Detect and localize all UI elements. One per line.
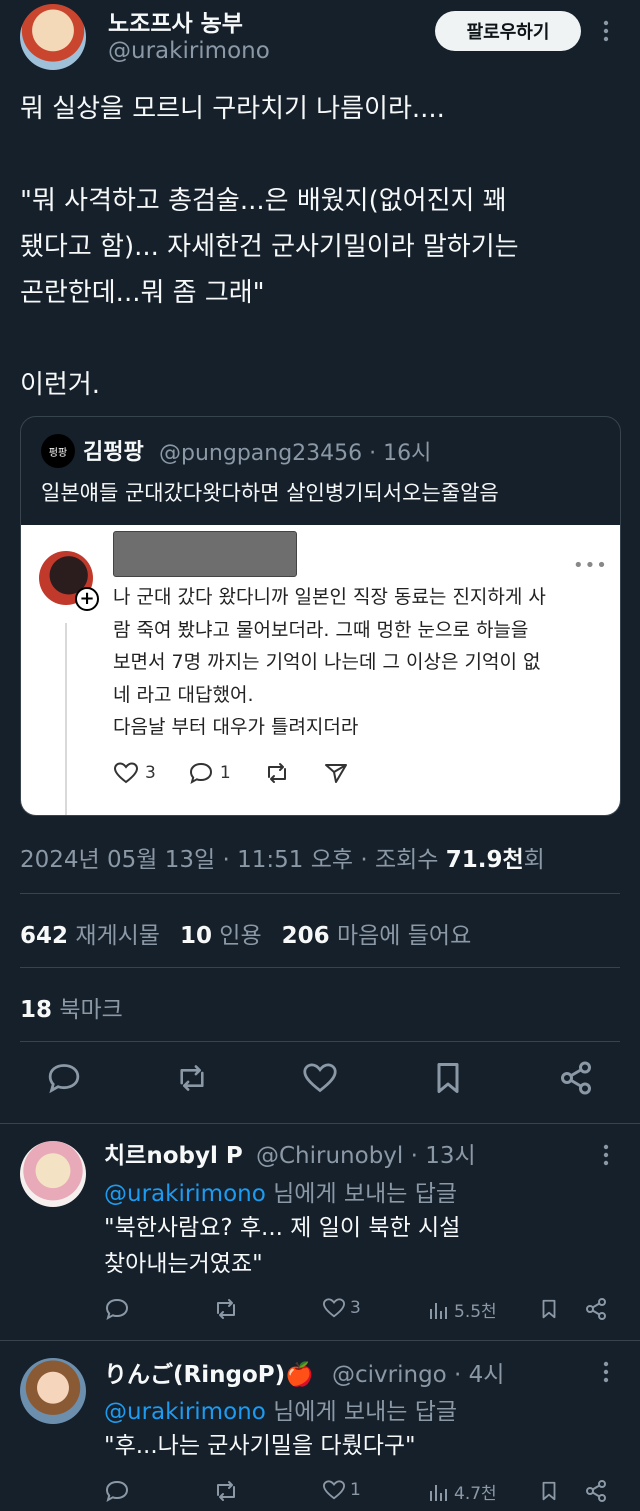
reply-views[interactable]: 5.5천: [428, 1297, 497, 1322]
image-post-line: 보면서 7명 까지는 기억이 나는데 그 이상은 기억이 없: [113, 651, 541, 673]
reply-like[interactable]: 3: [322, 1297, 361, 1319]
reply-icon[interactable]: [46, 1060, 82, 1096]
quotes-stat[interactable]: 10 인용: [180, 916, 262, 950]
heart-icon: [322, 1479, 346, 1501]
repost-icon[interactable]: [174, 1060, 210, 1096]
tweet-timestamp: 2024년 05월 13일 · 11:51 오후 · 조회수 71.9천회: [20, 840, 545, 874]
views-count: 4.7천: [454, 1484, 497, 1504]
bookmark-icon[interactable]: [538, 1479, 560, 1503]
repost-icon: [263, 761, 291, 785]
reply-avatar[interactable]: [20, 1358, 86, 1424]
reply-actions: 1 4.7천: [104, 1479, 624, 1509]
image-post-body: 나 군대 갔다 왔다니까 일본인 직장 동료는 진지하게 사 람 죽여 봤냐고 …: [113, 581, 613, 744]
follow-button[interactable]: 팔로우하기: [435, 11, 581, 51]
reply-to-handle[interactable]: @urakirimono: [104, 1399, 266, 1425]
reply-meta: @civringo · 4시: [332, 1362, 505, 1388]
quoted-text: 일본얘들 군대갔다왓다하면 살인병기되서오는줄알음: [41, 481, 499, 505]
image-like-count: 3: [145, 763, 156, 783]
heart-icon: [322, 1297, 346, 1319]
reply-views[interactable]: 4.7천: [428, 1479, 497, 1504]
share-icon[interactable]: [584, 1297, 608, 1321]
image-reply: 1: [188, 761, 231, 785]
repost-icon[interactable]: [212, 1297, 240, 1321]
retweets-stat[interactable]: 642 재게시물: [20, 916, 160, 950]
more-options-icon[interactable]: [596, 1142, 616, 1168]
image-plus-icon: +: [75, 587, 99, 611]
image-post-actions: 3 1: [113, 761, 381, 785]
view-suffix: 회: [523, 847, 545, 873]
redacted-username: [113, 531, 297, 577]
reply-icon: [188, 761, 214, 785]
reply-icon[interactable]: [104, 1479, 130, 1503]
image-more-icon: •••: [573, 555, 608, 576]
quoted-avatar: 펑팡: [41, 434, 75, 468]
share-icon[interactable]: [558, 1060, 594, 1096]
reply-to-handle[interactable]: @urakirimono: [104, 1181, 266, 1207]
reply-author-name[interactable]: 치르nobyl P: [104, 1136, 243, 1170]
like-icon[interactable]: [302, 1060, 338, 1096]
image-post-line: 다음날 부터 대우가 틀려지더라: [113, 716, 359, 738]
more-options-icon[interactable]: [596, 1359, 616, 1385]
reply-item[interactable]: りんご(RingoP)🍎 @civringo · 4시 @urakirimono…: [0, 1341, 640, 1511]
reply-actions: 3 5.5천: [104, 1297, 624, 1327]
heart-icon: [113, 761, 139, 785]
views-icon: [428, 1481, 450, 1503]
image-like: 3: [113, 761, 156, 785]
views-count: 5.5천: [454, 1302, 497, 1322]
thread-line: [65, 623, 67, 815]
author-avatar[interactable]: [20, 4, 86, 70]
reply-author-name[interactable]: りんご(RingoP)🍎: [104, 1355, 314, 1389]
image-post-line: 네 라고 대답했어.: [113, 683, 254, 706]
quoted-author-name: 김펑팡: [83, 440, 144, 465]
quoted-image: + ••• 나 군대 갔다 왔다니까 일본인 직장 동료는 진지하게 사 람 죽…: [21, 525, 620, 815]
tweet-text: 뭐 실상을 모르니 구라치기 나름이라.... "뭐 사격하고 총검술...은 …: [20, 94, 519, 400]
bookmark-icon[interactable]: [430, 1060, 466, 1096]
share-icon[interactable]: [584, 1479, 608, 1503]
author-handle[interactable]: @urakirimono: [108, 38, 270, 64]
like-count: 1: [350, 1480, 361, 1500]
reply-text: "후...나는 군사기밀을 다뤘다구": [104, 1433, 416, 1459]
divider: [20, 967, 620, 968]
image-reply-count: 1: [219, 763, 231, 783]
reply-to: @urakirimono 님에게 보내는 답글: [104, 1181, 458, 1207]
reply-icon[interactable]: [104, 1297, 130, 1321]
image-post-line: 나 군대 갔다 왔다니까 일본인 직장 동료는 진지하게 사: [113, 586, 546, 608]
likes-stat[interactable]: 206 마음에 들어요: [282, 916, 472, 950]
quoted-tweet[interactable]: 펑팡 김펑팡 @pungpang23456 · 16시 일본얘들 군대갔다왓다하…: [20, 416, 621, 816]
image-repost: [263, 761, 291, 785]
reply-like[interactable]: 1: [322, 1479, 361, 1501]
timestamp-text: 2024년 05월 13일 · 11:51 오후 · 조회수: [20, 847, 446, 873]
quoted-meta: @pungpang23456 · 16시: [159, 441, 432, 466]
views-icon: [428, 1299, 450, 1321]
bookmark-icon[interactable]: [538, 1297, 560, 1321]
reply-item[interactable]: 치르nobyl P @Chirunobyl · 13시 @urakirimono…: [0, 1124, 640, 1340]
reply-avatar[interactable]: [20, 1141, 86, 1207]
divider: [20, 1041, 620, 1042]
divider: [20, 893, 620, 894]
reply-meta: @Chirunobyl · 13시: [256, 1143, 476, 1169]
more-options-icon[interactable]: [596, 18, 616, 44]
tweet-action-bar: [0, 1060, 640, 1108]
image-share: [323, 761, 349, 785]
reply-text: "북한사람요? 후... 제 일이 북한 시설 찾아내는거였죠": [104, 1215, 461, 1277]
author-name[interactable]: 노조프사 농부: [108, 4, 243, 38]
image-post-line: 람 죽여 봤냐고 물어보더라. 그때 멍한 눈으로 하늘을: [113, 618, 529, 641]
reply-to: @urakirimono 님에게 보내는 답글: [104, 1399, 458, 1425]
view-count: 71.9천: [445, 847, 524, 873]
repost-icon[interactable]: [212, 1479, 240, 1503]
engagement-stats: 642 재게시물 10 인용 206 마음에 들어요: [20, 916, 471, 950]
bookmarks-stat[interactable]: 18 북마크: [20, 990, 123, 1024]
like-count: 3: [350, 1298, 361, 1318]
send-icon: [323, 761, 349, 785]
